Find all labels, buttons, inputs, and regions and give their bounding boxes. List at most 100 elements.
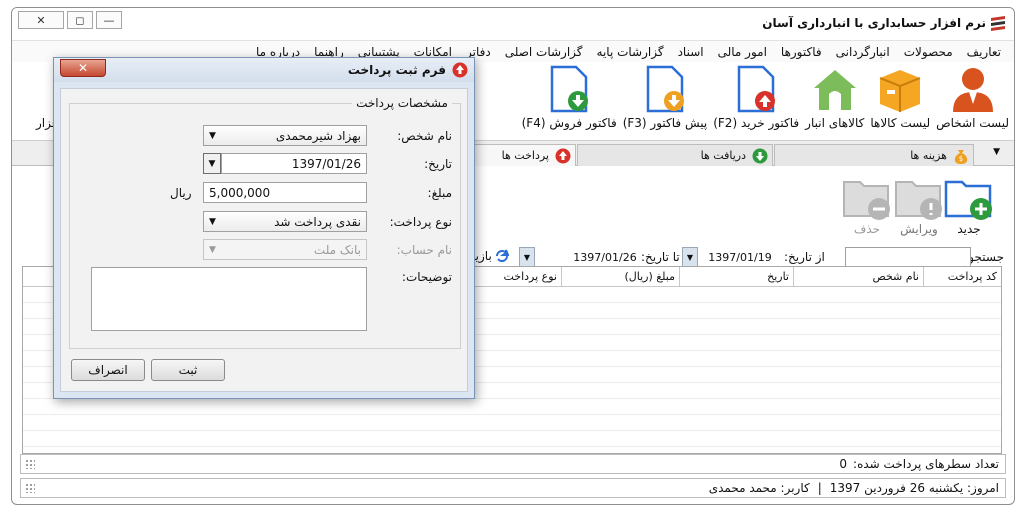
close-icon: ✕ xyxy=(77,61,89,75)
edit-folder-icon xyxy=(895,181,942,220)
proforma-invoice-label: پیش فاکتور (F3) xyxy=(622,116,708,130)
proforma-invoice-button[interactable]: پیش فاکتور (F3) xyxy=(620,62,711,132)
menu-stocktaking[interactable]: انبارگردانی xyxy=(829,45,897,59)
menu-definitions[interactable]: تعاریف xyxy=(960,45,1008,59)
purchase-invoice-label: فاکتور خرید (F2) xyxy=(713,116,800,130)
resize-grip-icon xyxy=(25,459,35,469)
col-payment-code[interactable]: کد پرداخت xyxy=(923,267,1001,287)
delete-label: حذف xyxy=(853,222,881,236)
dialog-title: فرم ثبت پرداخت xyxy=(347,63,446,77)
person-value: بهزاد شیرمحمدی xyxy=(275,128,361,143)
warehouse-products-label: کالاهای انبار xyxy=(805,116,865,130)
cancel-button[interactable]: انصراف xyxy=(71,359,145,381)
chevron-down-icon: ▼ xyxy=(209,216,216,227)
app-title: نرم افزار حسابداری با انبارداری آسان xyxy=(762,15,1006,31)
to-date-label: تا تاریخ: xyxy=(641,250,680,264)
chevron-down-icon: ▼ xyxy=(686,252,694,262)
products-list-label: لیست کالاها xyxy=(870,116,931,130)
dialog-body: مشخصات پرداخت نام شخص: بهزاد شیرمحمدی ▼ … xyxy=(60,88,468,392)
date-input[interactable]: 1397/01/26 xyxy=(221,153,367,174)
restore-window-button[interactable]: ◻ xyxy=(67,11,93,29)
cancel-label: انصراف xyxy=(88,363,128,377)
people-list-button[interactable]: لیست اشخاص xyxy=(933,62,1012,132)
col-amount[interactable]: مبلغ (ریال) xyxy=(561,267,679,287)
tab-expenses[interactable]: $ هزینه ها xyxy=(774,144,974,166)
count-status-bar: تعداد سطرهای پرداخت شده: 0 xyxy=(20,454,1006,474)
title-bar: ✕ ◻ — نرم افزار حسابداری با انبارداری آس… xyxy=(12,8,1014,38)
group-title: مشخصات پرداخت xyxy=(352,96,452,110)
person-select[interactable]: بهزاد شیرمحمدی ▼ xyxy=(203,125,367,146)
menu-main-reports[interactable]: گزارشات اصلی xyxy=(498,45,590,59)
close-window-button[interactable]: ✕ xyxy=(18,11,64,29)
people-list-label: لیست اشخاص xyxy=(936,116,1009,130)
payment-type-label: نوع پرداخت: xyxy=(389,215,452,229)
payment-type-select[interactable]: نقدی پرداخت شد ▼ xyxy=(203,211,367,232)
edit-button[interactable]: ویرایش xyxy=(894,176,944,236)
close-icon: ✕ xyxy=(36,13,46,27)
date-picker-button[interactable]: ▼ xyxy=(203,153,221,174)
account-label: نام حساب: xyxy=(396,243,452,257)
menu-finance[interactable]: امور مالی xyxy=(711,45,774,59)
svg-text:$: $ xyxy=(959,155,963,163)
search-input[interactable] xyxy=(845,247,971,267)
upload-icon xyxy=(452,62,468,78)
warehouse-products-button[interactable]: کالاهای انبار xyxy=(802,62,867,132)
app-logo-icon xyxy=(991,16,1005,31)
products-list-button[interactable]: لیست کالاها xyxy=(867,62,933,132)
from-date-label: از تاریخ: xyxy=(784,250,825,264)
account-value: بانک ملت xyxy=(313,242,361,257)
to-date-field[interactable]: 1397/01/26 xyxy=(572,247,638,267)
to-date-dropdown[interactable]: ▼ xyxy=(682,247,698,267)
chevron-down-icon: ▼ xyxy=(209,244,216,255)
delete-button[interactable]: حذف xyxy=(842,176,892,236)
menu-basic-reports[interactable]: گزارشات پایه xyxy=(590,45,671,59)
restore-icon: ◻ xyxy=(75,13,85,27)
menu-products[interactable]: محصولات xyxy=(897,45,960,59)
refresh-icon xyxy=(495,249,509,262)
col-payment-type[interactable]: نوع پرداخت xyxy=(461,267,561,287)
purchase-invoice-button[interactable]: فاکتور خرید (F2) xyxy=(710,62,802,132)
payment-type-value: نقدی پرداخت شد xyxy=(274,214,361,229)
tab-receipts-label: دریافت ها xyxy=(700,149,746,162)
delete-folder-icon xyxy=(843,181,890,220)
from-date-field[interactable]: 1397/01/19 xyxy=(698,247,782,267)
tab-expenses-label: هزینه ها xyxy=(910,149,947,162)
dialog-close-button[interactable]: ✕ xyxy=(60,59,106,77)
warehouse-icon xyxy=(813,70,856,110)
new-folder-icon xyxy=(944,180,992,220)
box-icon xyxy=(879,70,921,112)
minimize-icon: — xyxy=(103,13,115,27)
new-button[interactable]: جدید xyxy=(944,176,994,236)
tabs-scroll-icon[interactable]: ▼ xyxy=(993,147,1000,157)
sales-invoice-button[interactable]: فاکتور فروش (F4) xyxy=(519,62,620,132)
app-title-text: نرم افزار حسابداری با انبارداری آسان xyxy=(762,16,986,30)
minimize-window-button[interactable]: — xyxy=(96,11,122,29)
today-date: امروز: یکشنبه 26 فروردین 1397 xyxy=(829,481,999,495)
save-button[interactable]: ثبت xyxy=(151,359,225,381)
amount-input[interactable]: 5,000,000 xyxy=(203,182,367,203)
info-status-bar: امروز: یکشنبه 26 فروردین 1397 | کاربر: م… xyxy=(20,478,1006,498)
sales-invoice-icon xyxy=(550,65,589,113)
date-value: 1397/01/26 xyxy=(291,156,361,171)
tab-receipts[interactable]: دریافت ها xyxy=(577,144,773,166)
download-icon xyxy=(752,148,768,163)
account-select[interactable]: بانک ملت ▼ xyxy=(203,239,367,260)
menu-documents[interactable]: اسناد xyxy=(671,45,711,59)
amount-label: مبلغ: xyxy=(427,186,452,200)
row-count-value: 0 xyxy=(839,457,848,471)
col-date[interactable]: تاریخ xyxy=(679,267,793,287)
payment-details-group: مشخصات پرداخت نام شخص: بهزاد شیرمحمدی ▼ … xyxy=(69,96,461,349)
money-bag-icon: $ xyxy=(954,149,968,164)
sales-invoice-label: فاکتور فروش (F4) xyxy=(521,116,617,130)
description-label: توضیحات: xyxy=(401,270,452,284)
status-separator: | xyxy=(817,481,822,495)
refresh-dropdown[interactable]: ▼ xyxy=(519,247,535,267)
purchase-invoice-icon xyxy=(737,65,776,113)
current-user: کاربر: محمد محمدی xyxy=(708,481,810,495)
refresh-button[interactable]: بازیا xyxy=(472,249,509,263)
tab-payments[interactable]: پرداخت ها xyxy=(474,144,576,166)
description-textarea[interactable] xyxy=(91,267,367,331)
menu-invoices[interactable]: فاکتورها xyxy=(774,45,829,59)
col-person-name[interactable]: نام شخص xyxy=(793,267,923,287)
date-label: تاریخ: xyxy=(424,157,452,171)
